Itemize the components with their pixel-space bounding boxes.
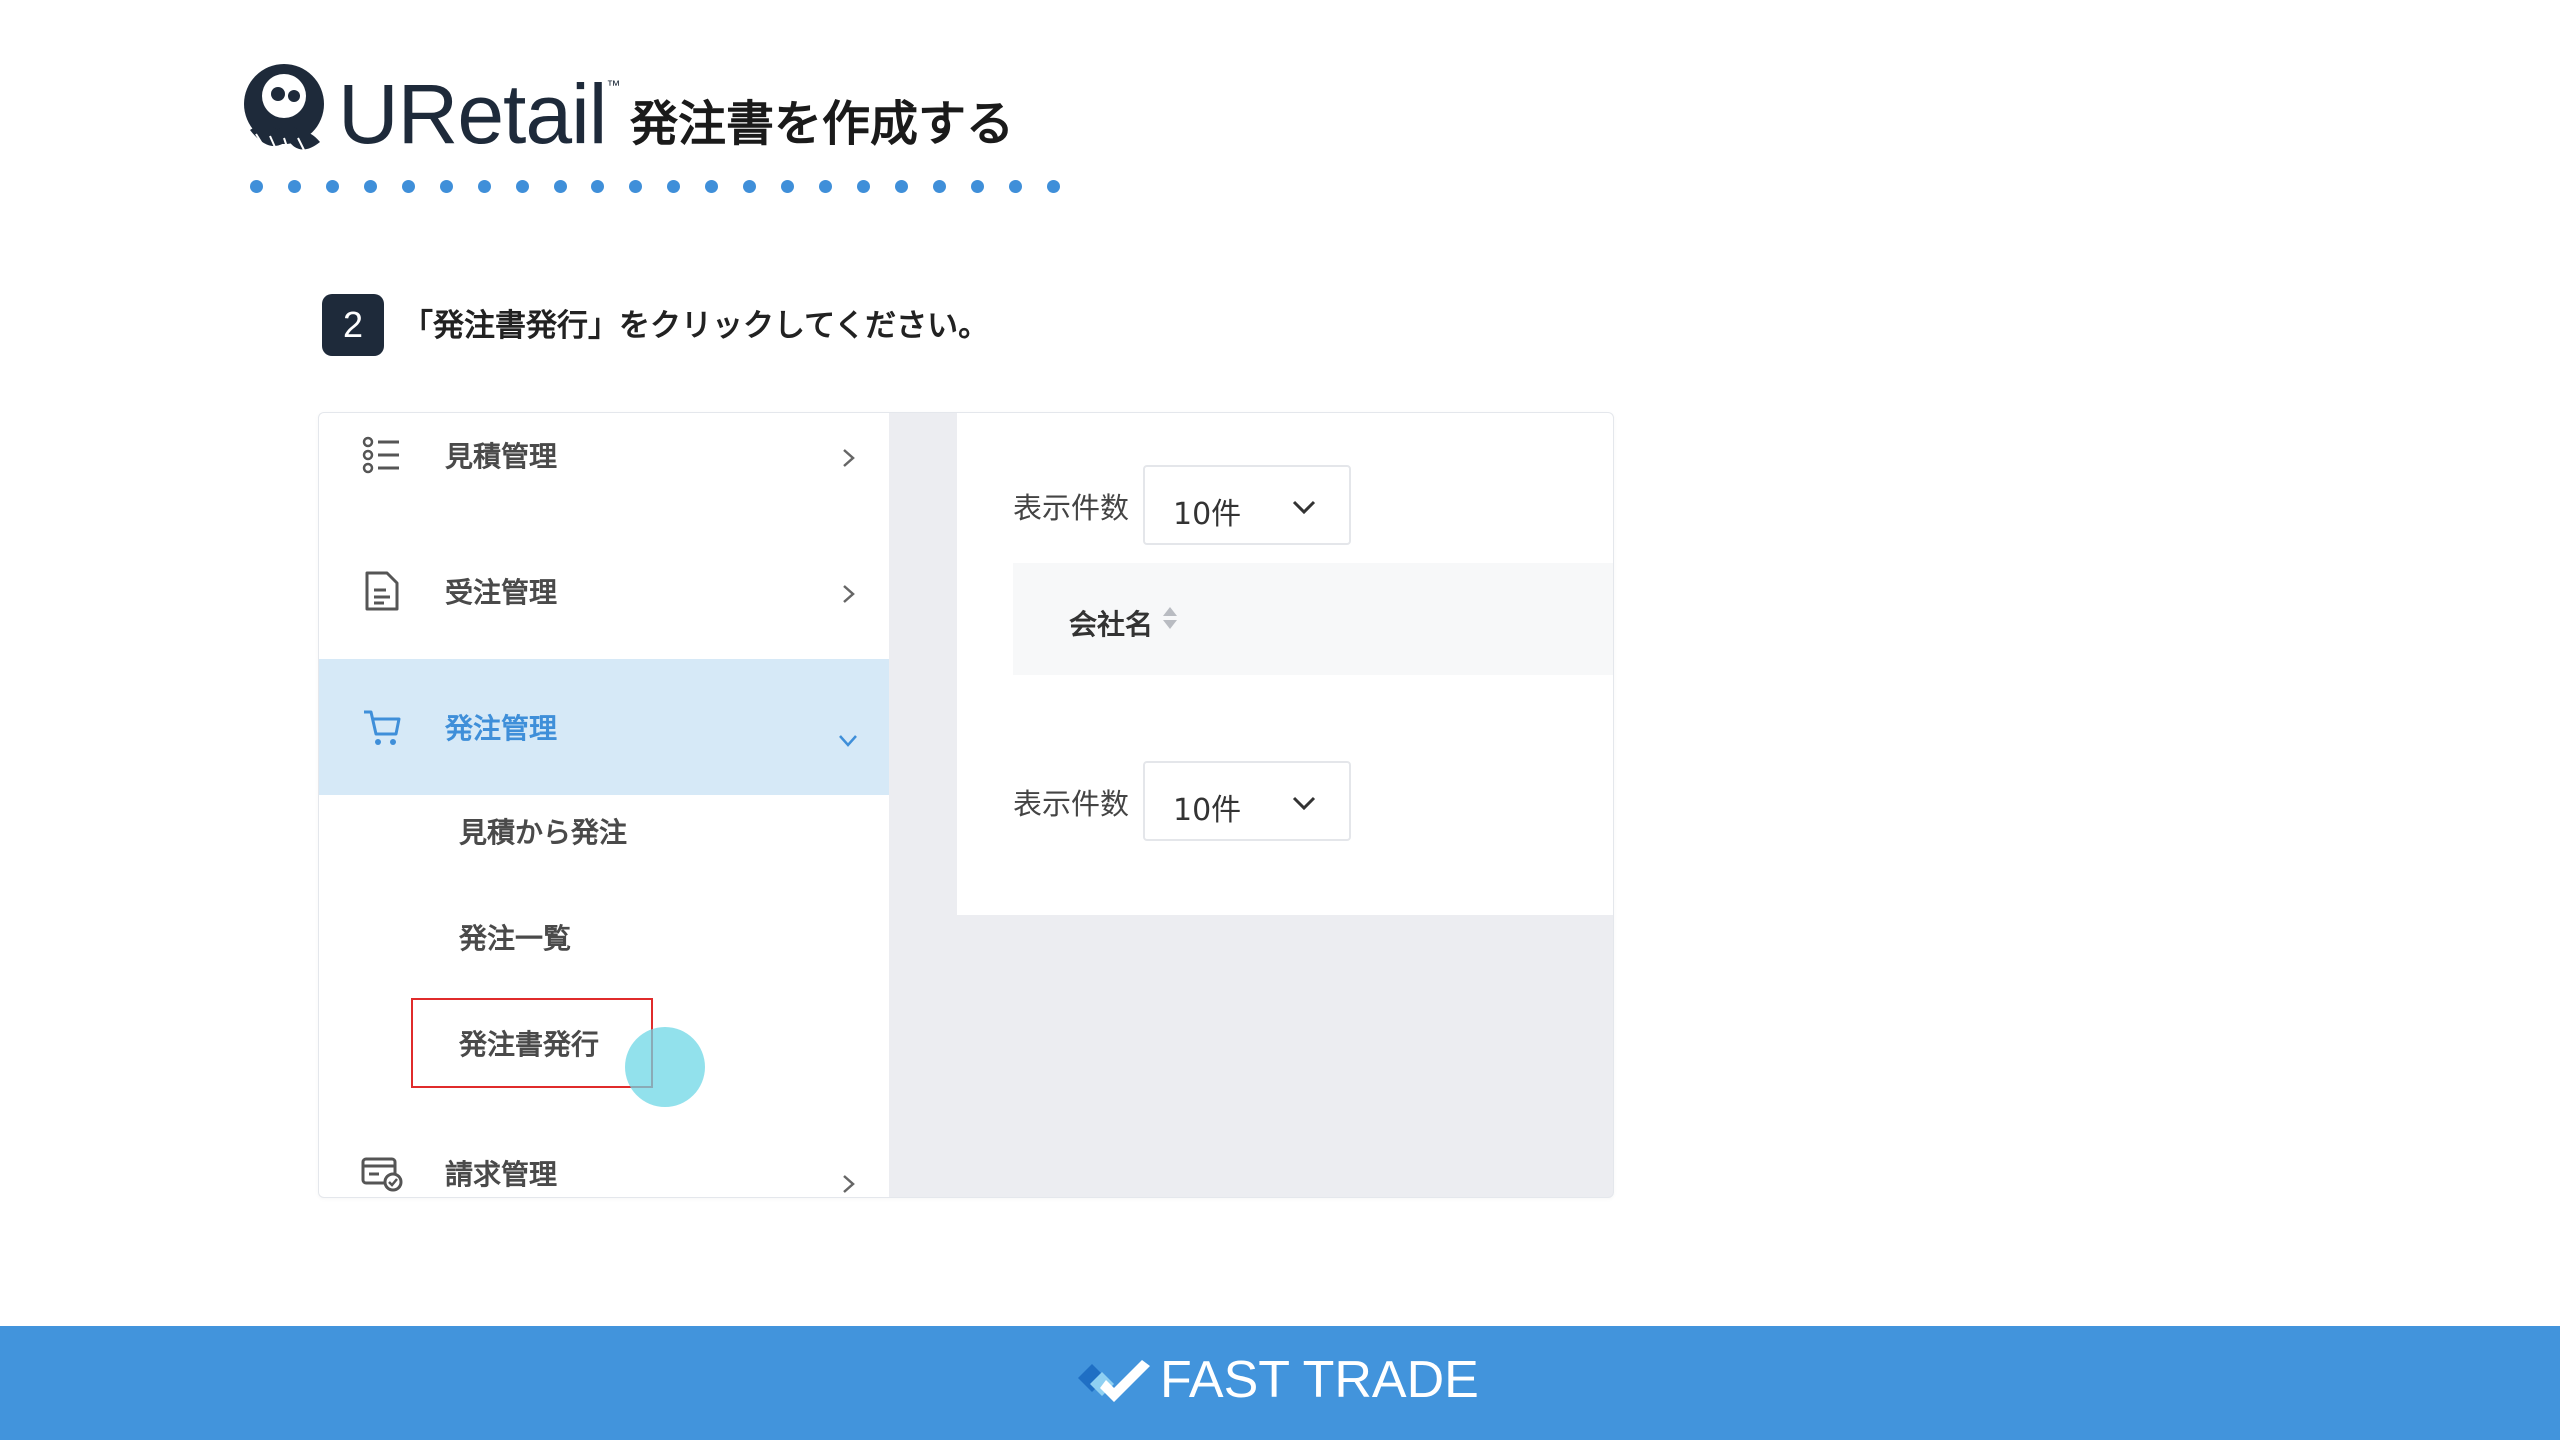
display-count-select[interactable]: 10件 [1143, 465, 1351, 545]
chevron-right-icon [843, 449, 855, 467]
list-icon [362, 436, 399, 474]
uretail-logo-icon [244, 64, 324, 157]
trademark-mark: ™ [606, 77, 620, 93]
display-count-label: 表示件数 [1013, 787, 1130, 821]
footer-bar: FAST TRADE [0, 1326, 2560, 1440]
click-indicator [625, 1027, 705, 1107]
chevron-down-icon [1292, 796, 1316, 811]
step-number-badge: 2 [322, 294, 384, 356]
sidebar-item-label: 見積管理 [445, 440, 558, 473]
highlight-box [411, 998, 653, 1088]
chevron-right-icon [843, 585, 855, 603]
footer-brand: FAST TRADE [1160, 1351, 1479, 1409]
sidebar-item-label: 受注管理 [445, 576, 558, 609]
subitem-order-from-quote[interactable]: 見積から発注 [459, 811, 627, 851]
dotted-divider [250, 180, 1060, 194]
step-instruction: 「発注書発行」をクリックしてください。 [402, 308, 990, 344]
sidebar-item-purchase-orders[interactable]: 発注管理 [319, 659, 889, 795]
cart-icon [364, 710, 401, 745]
sidebar: 見積管理 受注管理 発注管理 見積から発注 発注一覧 発注書発行 請求管理 [319, 413, 889, 1197]
chevron-down-icon [839, 735, 857, 747]
select-value: 10件 [1173, 497, 1242, 532]
chevron-right-icon [843, 1175, 855, 1193]
sidebar-item-label: 請求管理 [445, 1158, 558, 1191]
chevron-down-icon [1292, 500, 1316, 515]
document-icon [365, 571, 399, 611]
sidebar-item-orders-received[interactable]: 受注管理 [319, 523, 889, 659]
subitem-order-list[interactable]: 発注一覧 [459, 917, 571, 957]
fast-trade-logo-icon [1078, 1360, 1150, 1402]
content-area: 表示件数 10件 会社名 表示件数 10件 [957, 413, 1613, 915]
sort-icon[interactable] [1161, 605, 1179, 631]
table-header: 会社名 [1013, 563, 1613, 675]
display-count-label: 表示件数 [1013, 491, 1130, 525]
sidebar-item-quotes[interactable]: 見積管理 [319, 413, 889, 523]
page-title: 発注書を作成する [630, 96, 1015, 152]
app-screenshot: 見積管理 受注管理 発注管理 見積から発注 発注一覧 発注書発行 請求管理 表示… [318, 412, 1614, 1198]
column-header-company[interactable]: 会社名 [1069, 603, 1153, 643]
brand-text: URetail [338, 67, 607, 161]
select-value: 10件 [1173, 793, 1242, 828]
sidebar-item-invoices[interactable]: 請求管理 [319, 1105, 889, 1197]
display-count-select[interactable]: 10件 [1143, 761, 1351, 841]
brand-name: URetail™ [338, 72, 620, 156]
invoice-icon [361, 1157, 403, 1192]
sidebar-item-label: 発注管理 [445, 712, 558, 745]
